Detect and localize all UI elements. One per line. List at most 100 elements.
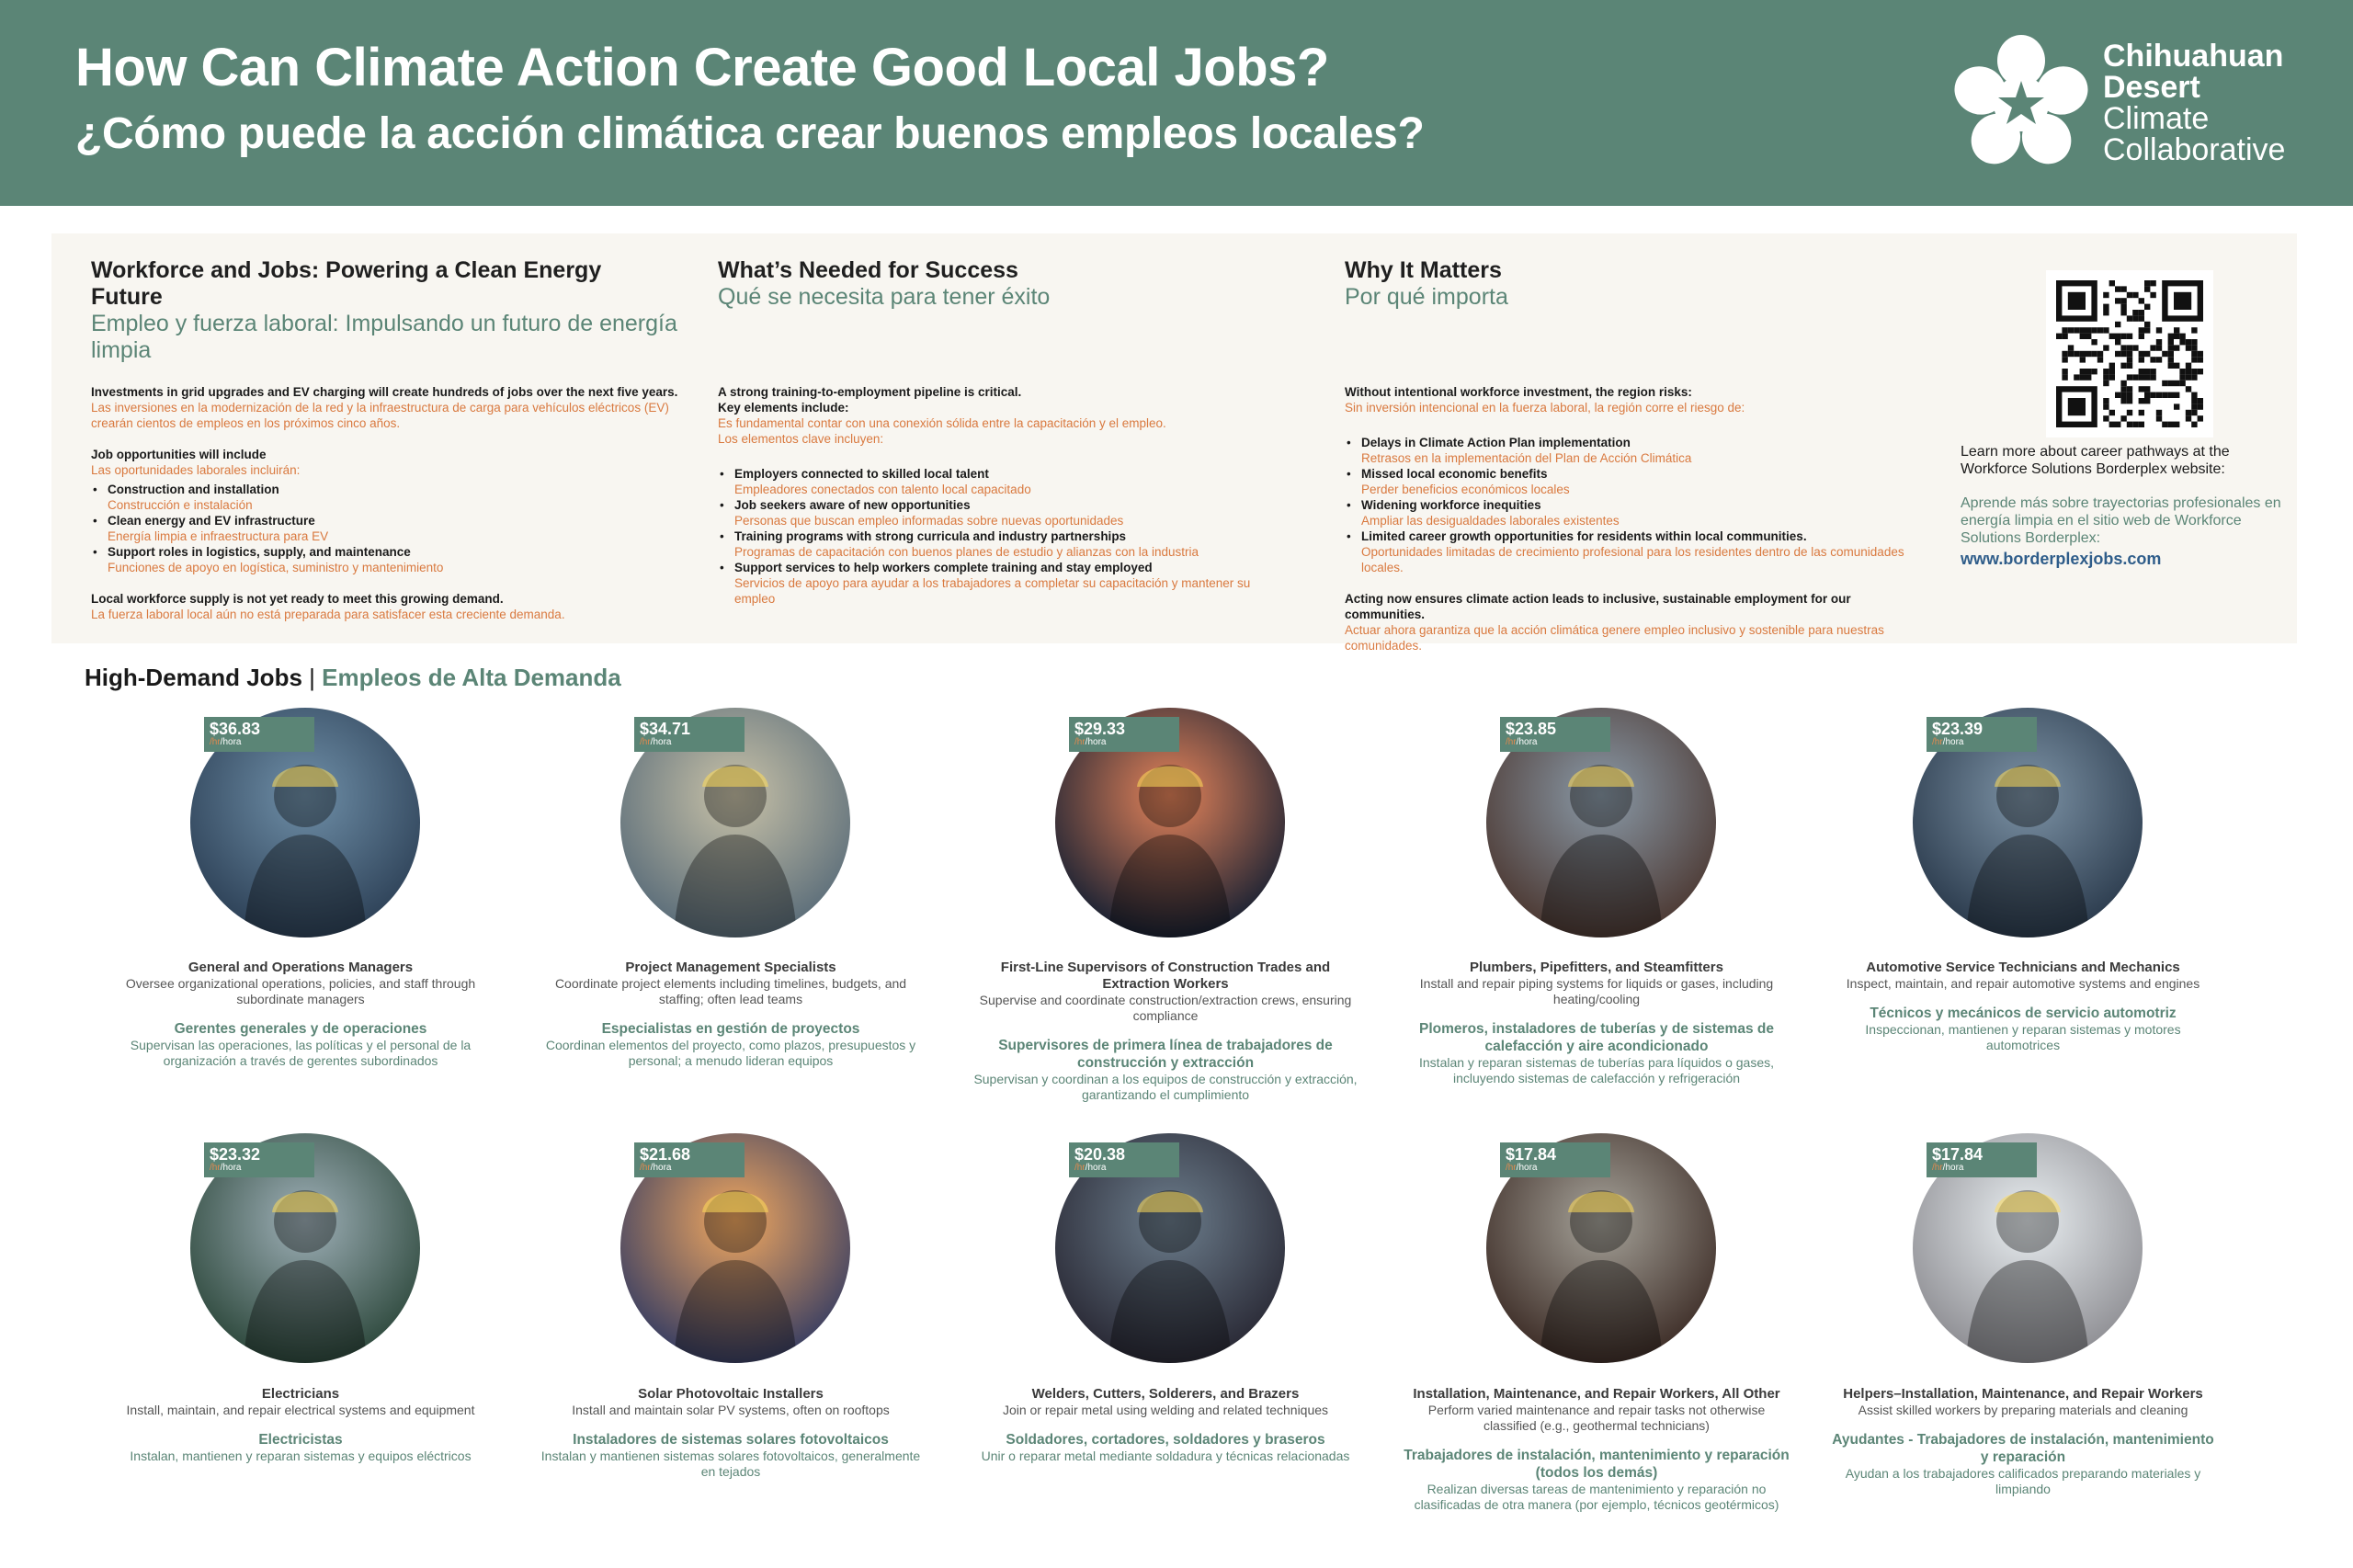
wage-badge: $29.33/hr/hora [1069, 717, 1179, 752]
flower-star-logo-icon [1954, 35, 2088, 165]
job-card: Welders, Cutters, Solderers, and Brazers… [972, 1386, 1358, 1464]
wage-badge: $34.71/hr/hora [634, 717, 745, 752]
job-description-en: Coordinate project elements including ti… [554, 976, 907, 1006]
wage-unit: /hr/hora [210, 737, 242, 747]
job-card: Automotive Service Technicians and Mecha… [1830, 960, 2216, 1053]
list-item: Job seekers aware of new opportunitiesPe… [718, 497, 1306, 528]
job-title-en: Installation, Maintenance, and Repair Wo… [1413, 1386, 1780, 1402]
list-item: Limited career growth opportunities for … [1345, 528, 1915, 575]
job-card: Project Management Specialists Coordinate… [538, 960, 924, 1069]
job-description-es: Unir o reparar metal mediante soldadura … [981, 1449, 1350, 1463]
info-panel: Workforce and Jobs: Powering a Clean Ene… [51, 233, 2297, 653]
success-p1-es: Es fundamental contar con una conexión s… [718, 416, 1166, 430]
success-heading-es: Qué se necesita para tener éxito [718, 284, 1051, 310]
job-description-en: Supervise and coordinate construction/ex… [979, 993, 1352, 1023]
job-title-en: Project Management Specialists [625, 960, 836, 975]
wage-value: $20.38 [1074, 1145, 1126, 1164]
wage-badge: $21.68/hr/hora [634, 1142, 745, 1177]
wage-value: $29.33 [1074, 720, 1126, 738]
qr-text-es: Aprende más sobre trayectorias profesion… [1961, 495, 2281, 546]
job-description-es: Coordinan elementos del proyecto, como p… [545, 1038, 916, 1068]
workforce-p2-en: Job opportunities will include [91, 448, 267, 461]
logo-wordmark: Chihuahuan Desert Climate Collaborative [2103, 39, 2286, 167]
job-description-en: Perform varied maintenance and repair ta… [1427, 1403, 1766, 1433]
matters-column: Why It Matters Por qué importa Without i… [1345, 257, 1933, 653]
job-title-en: Automotive Service Technicians and Mecha… [1866, 960, 2180, 975]
workforce-heading-es: Empleo y fuerza laboral: Impulsando un f… [91, 311, 677, 363]
wage-unit: /hr/hora [210, 1163, 242, 1173]
job-title-es: Especialistas en gestión de proyectos [601, 1021, 860, 1037]
wage-badge: $23.32/hr/hora [204, 1142, 314, 1177]
workforce-p3-en: Local workforce supply is not yet ready … [91, 592, 504, 606]
workforce-p3-es: La fuerza laboral local aún no está prep… [91, 608, 565, 621]
job-description-es: Instalan y reparan sistemas de tuberías … [1419, 1055, 1774, 1085]
matters-p2-en: Acting now ensures climate action leads … [1345, 592, 1851, 621]
job-title-es: Instaladores de sistemas solares fotovol… [573, 1432, 889, 1448]
wage-unit: /hr/hora [1074, 737, 1107, 747]
workforce-p1-es: Las inversiones en la modernización de l… [91, 401, 669, 430]
success-column: What’s Needed for Success Qué se necesit… [718, 257, 1306, 607]
wage-unit: /hr/hora [1932, 1163, 1964, 1173]
wage-value: $23.32 [210, 1145, 261, 1164]
job-card: First-Line Supervisors of Construction T… [972, 960, 1358, 1103]
job-title-en: First-Line Supervisors of Construction T… [1000, 960, 1331, 992]
workforce-p2-es: Las oportunidades laborales incluirán: [91, 463, 301, 477]
matters-heading-es: Por qué importa [1345, 284, 1508, 310]
list-item: Missed local economic benefitsPerder ben… [1345, 466, 1933, 497]
wage-badge: $17.84/hr/hora [1927, 1142, 2037, 1177]
wage-value: $23.39 [1932, 720, 1984, 738]
high-demand-heading: High-Demand Jobs | Empleos de Alta Deman… [85, 664, 621, 691]
success-p1b-es: Los elementos clave incluyen: [718, 432, 884, 446]
job-title-en: Helpers–Installation, Maintenance, and R… [1843, 1386, 2203, 1402]
job-card: Solar Photovoltaic Installers Install and… [538, 1386, 924, 1480]
list-item: Clean energy and EV infrastructureEnergí… [91, 513, 679, 544]
matters-p2-es: Actuar ahora garantiza que la acción cli… [1345, 623, 1884, 653]
wage-value: $34.71 [640, 720, 691, 738]
wage-unit: /hr/hora [640, 737, 672, 747]
job-description-es: Ayudan a los trabajadores calificados pr… [1845, 1466, 2201, 1496]
list-item: Widening workforce inequitiesAmpliar las… [1345, 497, 1933, 528]
wage-value: $17.84 [1506, 1145, 1557, 1164]
wage-unit: /hr/hora [1074, 1163, 1107, 1173]
qr-caption: Learn more about career pathways at the … [1961, 443, 2282, 569]
job-description-es: Instalan y mantienen sistemas solares fo… [540, 1449, 921, 1479]
job-title-en: Solar Photovoltaic Installers [638, 1386, 824, 1402]
job-title-es: Ayudantes - Trabajadores de instalación,… [1832, 1432, 2214, 1465]
page-title: How Can Climate Action Create Good Local… [75, 38, 1329, 97]
matters-list: Delays in Climate Action Plan implementa… [1345, 435, 1933, 575]
job-title-es: Soldadores, cortadores, soldadores y bra… [1006, 1432, 1325, 1448]
job-description-es: Supervisan y coordinan a los equipos de … [973, 1072, 1358, 1102]
wage-badge: $36.83/hr/hora [204, 717, 314, 752]
qr-text-en: Learn more about career pathways at the … [1961, 444, 2230, 477]
matters-p1-es: Sin inversión intencional en la fuerza l… [1345, 401, 1745, 415]
job-card: General and Operations Managers Oversee o… [108, 960, 494, 1069]
wage-unit: /hr/hora [1506, 737, 1538, 747]
workforce-p1-en: Investments in grid upgrades and EV char… [91, 385, 678, 399]
job-title-en: General and Operations Managers [188, 960, 414, 975]
wage-unit: /hr/hora [1506, 1163, 1538, 1173]
job-card: Electricians Install, maintain, and repai… [108, 1386, 494, 1464]
job-description-es: Realizan diversas tareas de mantenimient… [1414, 1482, 1779, 1512]
list-item: Delays in Climate Action Plan implementa… [1345, 435, 1933, 466]
job-description-en: Install and repair piping systems for li… [1419, 976, 1774, 1006]
job-title-en: Welders, Cutters, Solderers, and Brazers [1031, 1386, 1300, 1402]
list-item: Employers connected to skilled local tal… [718, 466, 1306, 497]
wage-badge: $23.85/hr/hora [1500, 717, 1610, 752]
matters-heading-en: Why It Matters [1345, 257, 1502, 283]
matters-p1-en: Without intentional workforce investment… [1345, 385, 1692, 399]
job-title-es: Trabajadores de instalación, mantenimien… [1404, 1448, 1790, 1481]
job-description-en: Install and maintain solar PV systems, o… [572, 1403, 890, 1417]
wage-value: $23.85 [1506, 720, 1557, 738]
success-p1-en: A strong training-to-employment pipeline… [718, 385, 1022, 399]
job-title-en: Plumbers, Pipefitters, and Steamfitters [1470, 960, 1723, 975]
list-item: Training programs with strong curricula … [718, 528, 1306, 560]
list-item: Support roles in logistics, supply, and … [91, 544, 679, 575]
job-title-es: Supervisores de primera línea de trabaja… [998, 1038, 1333, 1071]
job-description-es: Supervisan las operaciones, las política… [130, 1038, 472, 1068]
job-description-en: Assist skilled workers by preparing mate… [1858, 1403, 2188, 1417]
job-description-en: Install, maintain, and repair electrical… [126, 1403, 475, 1417]
wage-unit: /hr/hora [1932, 737, 1964, 747]
website-link[interactable]: www.borderplexjobs.com [1961, 549, 2282, 569]
qr-code[interactable] [2046, 270, 2213, 437]
success-list: Employers connected to skilled local tal… [718, 466, 1306, 607]
